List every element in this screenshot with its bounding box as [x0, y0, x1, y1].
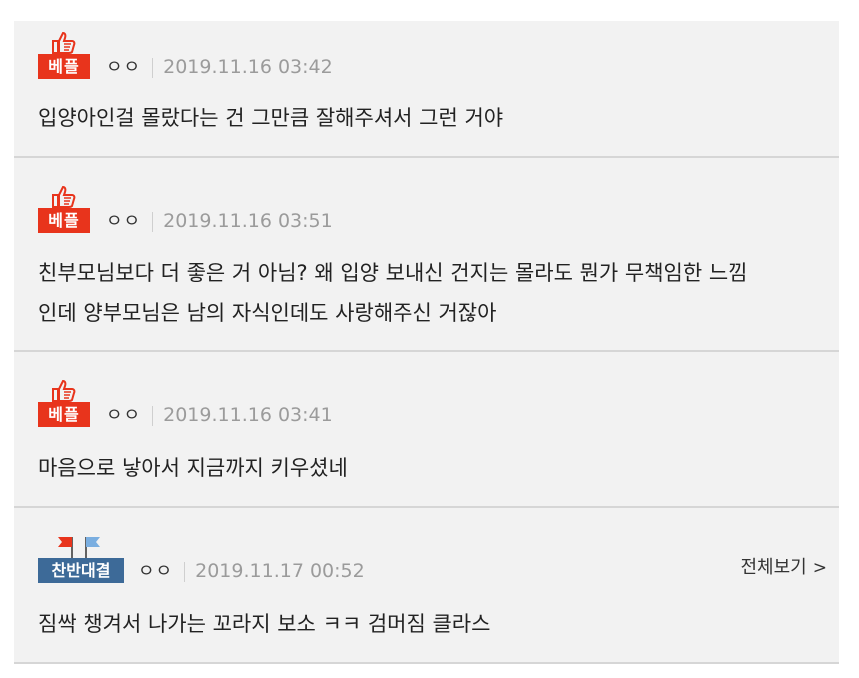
comment-meta: ㅇㅇ 2019.11.16 03:41	[106, 402, 333, 428]
view-all-link[interactable]: 전체보기 >	[741, 555, 828, 581]
comment-meta: ㅇㅇ 2019.11.16 03:51	[106, 208, 333, 234]
username[interactable]: ㅇㅇ	[106, 211, 141, 232]
chevron-right-icon: >	[812, 558, 827, 578]
timestamp: 2019.11.16 03:42	[163, 56, 333, 78]
comment-item: 베플 ㅇㅇ 2019.11.16 03:42 입양아인걸 몰랐다는 건 그만큼 잘…	[14, 21, 839, 158]
comment-text: 짐싹 챙겨서 나가는 꼬라지 보소 ㅋㅋ 검머짐 클라스	[38, 604, 819, 644]
comment-text: 마음으로 낳아서 지금까지 키우셨네	[38, 448, 819, 488]
comment-line: 짐싹 챙겨서 나가는 꼬라지 보소 ㅋㅋ 검머짐 클라스	[38, 612, 491, 636]
comment-item: 베플 ㅇㅇ 2019.11.16 03:51 친부모님보다 더 좋은 거 아님? …	[14, 158, 839, 352]
view-all-label: 전체보기	[740, 557, 807, 578]
timestamp: 2019.11.16 03:51	[163, 210, 333, 232]
meta-divider	[152, 405, 154, 426]
meta-divider	[152, 211, 154, 232]
comment-meta: ㅇㅇ 2019.11.16 03:42	[106, 54, 333, 80]
comment-meta: ㅇㅇ 2019.11.17 00:52	[138, 558, 365, 584]
comment-line: 친부모님보다 더 좋은 거 아님? 왜 입양 보내신 건지는 몰라도 뭔가 무책…	[38, 261, 748, 285]
meta-divider	[184, 561, 186, 582]
comment-item: 찬반대결 ㅇㅇ 2019.11.17 00:52 전체보기 > 짐싹 챙겨서 나가는…	[14, 508, 839, 664]
thumbs-up-icon	[52, 379, 76, 402]
username[interactable]: ㅇㅇ	[106, 405, 141, 426]
comment-list: 베플 ㅇㅇ 2019.11.16 03:42 입양아인걸 몰랐다는 건 그만큼 잘…	[14, 21, 839, 664]
timestamp: 2019.11.17 00:52	[195, 560, 365, 582]
timestamp: 2019.11.16 03:41	[163, 404, 333, 426]
username[interactable]: ㅇㅇ	[106, 57, 141, 78]
comment-line: 마음으로 낳아서 지금까지 키우셨네	[38, 456, 348, 480]
best-badge: 베플	[38, 208, 90, 233]
comment-item: 베플 ㅇㅇ 2019.11.16 03:41 마음으로 낳아서 지금까지 키우셨네	[14, 352, 839, 508]
comment-line: 입양아인걸 몰랐다는 건 그만큼 잘해주셔서 그런 거야	[38, 106, 504, 130]
comment-text: 입양아인걸 몰랐다는 건 그만큼 잘해주셔서 그런 거야	[38, 98, 819, 138]
flags-icon	[58, 537, 100, 559]
best-badge: 베플	[38, 402, 90, 427]
thumbs-up-icon	[52, 185, 76, 208]
comment-line: 인데 양부모님은 남의 자식인데도 사랑해주신 거잖아	[38, 301, 497, 325]
debate-badge: 찬반대결	[38, 558, 124, 583]
comment-text: 친부모님보다 더 좋은 거 아님? 왜 입양 보내신 건지는 몰라도 뭔가 무책…	[38, 253, 819, 333]
meta-divider	[152, 57, 154, 78]
username[interactable]: ㅇㅇ	[138, 561, 173, 582]
best-badge: 베플	[38, 54, 90, 79]
thumbs-up-icon	[52, 31, 76, 54]
